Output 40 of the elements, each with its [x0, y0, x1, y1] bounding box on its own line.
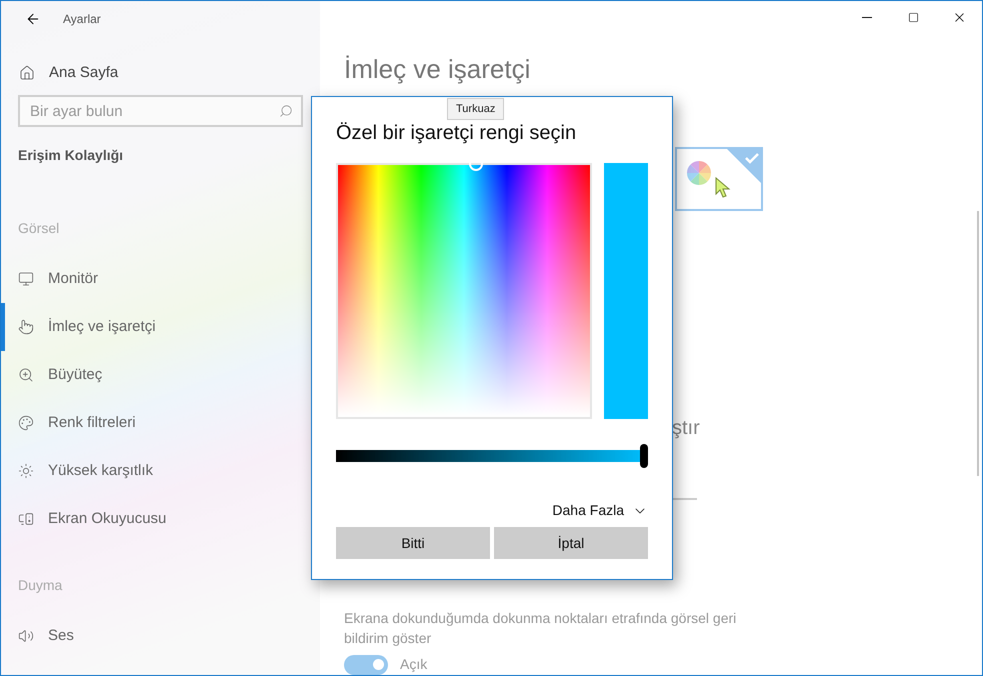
monitor-speaker-icon [18, 511, 34, 527]
page-title: İmleç ve işaretçi [344, 53, 532, 85]
brightness-slider[interactable] [336, 444, 648, 468]
monitor-icon [18, 271, 34, 287]
cursor-icon [715, 177, 731, 199]
section-header: Görsel [18, 219, 60, 238]
magnifier-icon [18, 367, 34, 383]
nav-item[interactable]: Büyüteç [1, 351, 320, 399]
nav-item[interactable]: Ses [1, 612, 320, 660]
scrollbar[interactable] [977, 211, 979, 476]
home-icon [19, 65, 35, 81]
section-heading: ştır [672, 416, 701, 440]
custom-color-option[interactable] [675, 147, 763, 211]
slider-thumb[interactable] [640, 444, 648, 468]
minimize-icon [862, 16, 872, 18]
nav-item[interactable]: Ekran Okuyucusu [1, 495, 320, 543]
home-link[interactable]: Ana Sayfa [49, 62, 118, 84]
category-title: Erişim Kolaylığı [18, 146, 124, 165]
sun-icon [18, 463, 34, 479]
done-button[interactable]: Bitti [336, 527, 490, 559]
more-button[interactable]: Daha Fazla [552, 500, 648, 521]
toggle-switch[interactable] [344, 654, 388, 674]
maximize-icon [908, 12, 918, 22]
toggle-label: Açık [400, 655, 428, 674]
nav-item[interactable]: Monitör [1, 255, 320, 303]
dialog-title: Özel bir işaretçi rengi seçin [336, 121, 578, 146]
section-header: Duyma [18, 576, 64, 595]
search-icon [279, 104, 293, 118]
search-field[interactable]: Bir ayar bulun [18, 95, 303, 127]
tooltip: Turkuaz [447, 98, 504, 120]
color-wheel-icon [687, 161, 711, 185]
speaker-icon [18, 628, 34, 644]
cancel-button[interactable]: İptal [494, 527, 648, 559]
touch-description: Ekrana dokunduğumda dokunma noktaları etrafında görsel geri bildirim göster [344, 609, 738, 648]
nav-item[interactable]: Renk filtreleri [1, 399, 320, 447]
nav-item[interactable]: Yüksek karşıtlık [1, 447, 320, 495]
palette-icon [18, 415, 34, 431]
hand-pointer-icon [18, 319, 34, 335]
check-corner-icon [727, 149, 761, 183]
window-title: Ayarlar [63, 11, 101, 28]
